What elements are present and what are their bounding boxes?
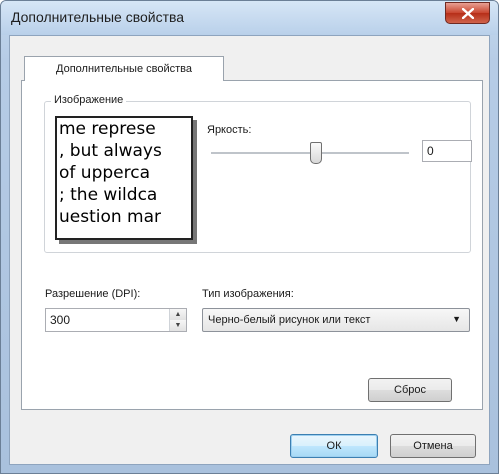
- ok-button[interactable]: ОК: [290, 434, 378, 458]
- image-group-legend: Изображение: [51, 94, 127, 106]
- chevron-down-icon: ▼: [174, 322, 182, 329]
- brightness-slider-thumb[interactable]: [310, 142, 322, 164]
- preview-line: , but always: [59, 141, 162, 161]
- spin-up-button[interactable]: ▲: [169, 309, 186, 320]
- preview-line: of upperca: [59, 163, 150, 183]
- preview-line: uestion mar: [59, 207, 162, 227]
- spin-down-button[interactable]: ▼: [169, 320, 186, 331]
- image-type-label: Тип изображения:: [202, 288, 294, 300]
- tab-panel: Изображение me represe , but always of u…: [21, 80, 483, 410]
- tab-advanced-properties[interactable]: Дополнительные свойства: [24, 56, 224, 81]
- chevron-up-icon: ▲: [174, 311, 182, 318]
- window-title: Дополнительные свойства: [11, 9, 185, 25]
- brightness-label: Яркость:: [207, 124, 252, 136]
- reset-button-label: Сброс: [394, 384, 426, 396]
- image-type-selected: Черно-белый рисунок или текст: [208, 314, 371, 326]
- cancel-button[interactable]: Отмена: [390, 434, 476, 458]
- resolution-stepper[interactable]: 300 ▲ ▼: [45, 308, 187, 332]
- brightness-value-field[interactable]: 0: [422, 140, 472, 162]
- image-preview: me represe , but always of upperca ; the…: [55, 116, 193, 240]
- title-bar[interactable]: Дополнительные свойства: [1, 1, 498, 35]
- dropdown-arrow-icon: ▼: [452, 314, 461, 324]
- preview-line: me represe: [59, 119, 156, 139]
- preview-line: ; the wildca: [59, 185, 158, 205]
- tab-label: Дополнительные свойства: [56, 63, 192, 75]
- close-button[interactable]: [445, 2, 490, 24]
- dialog-window: Дополнительные свойства Дополнительные с…: [0, 0, 499, 474]
- image-type-dropdown[interactable]: Черно-белый рисунок или текст ▼: [202, 308, 470, 332]
- resolution-value: 300: [50, 313, 71, 327]
- reset-button[interactable]: Сброс: [368, 378, 452, 402]
- image-group: Изображение me represe , but always of u…: [44, 94, 472, 253]
- close-icon: [461, 7, 474, 19]
- ok-button-label: ОК: [326, 440, 342, 452]
- resolution-label: Разрешение (DPI):: [45, 288, 141, 300]
- cancel-button-label: Отмена: [413, 440, 453, 452]
- dialog-client-area: Дополнительные свойства Изображение me r…: [9, 35, 490, 465]
